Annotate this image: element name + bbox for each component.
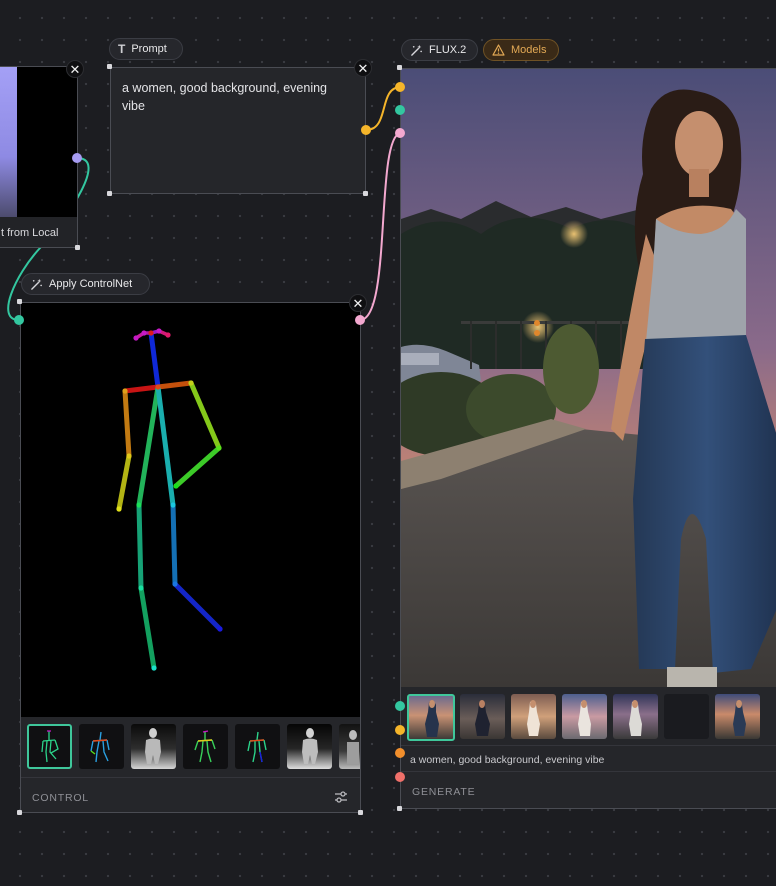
prompt-node-title: Prompt [131,43,167,55]
flux-image-input-port[interactable] [395,105,405,115]
output-thumbnail[interactable] [613,694,658,739]
wire-controlnet-to-flux [359,132,401,321]
generate-button[interactable]: GENERATE [412,786,475,798]
local-image-dark [17,67,77,217]
corner-handle[interactable] [75,245,80,250]
close-controlnet-node-button[interactable]: ✕ [349,294,367,312]
depth-thumb-graphic [302,728,318,764]
flux-control-input-port[interactable] [395,128,405,138]
control-footer-label: CONTROL [32,792,89,804]
thumb-figure [425,700,439,737]
canvas-marker-dot [534,320,540,326]
close-prompt-node-button[interactable]: ✕ [354,59,372,77]
thumb-figure [733,700,746,736]
controlnet-footer: CONTROL [21,777,360,812]
flux-output-port-text[interactable] [395,725,405,735]
magic-wand-icon [31,278,42,290]
load-from-local-button[interactable]: t from Local [0,219,79,247]
flux-footer: GENERATE [401,771,776,808]
controlnet-node-title: Apply ControlNet [49,278,133,290]
controlnet-node[interactable]: CONTROL [20,302,361,813]
magic-wand-icon [411,44,422,56]
flux-node-title: FLUX.2 [429,44,467,56]
control-thumbnail-strip [21,717,360,777]
controlnet-output-port[interactable] [355,315,365,325]
generated-image [401,69,776,687]
flux-output-port-prompt[interactable] [395,748,405,758]
load-from-local-label: t from Local [1,227,59,239]
sliders-icon[interactable] [334,790,348,804]
prompt-output-port[interactable] [361,125,371,135]
close-icon: ✕ [352,295,364,311]
thumb-figure [629,700,642,736]
models-label: Models [511,44,547,56]
flux-prompt-row: a women, good background, evening vibe [401,745,776,771]
prompt-text-area[interactable]: a women, good background, evening vibe [122,79,352,115]
output-thumbnail[interactable] [460,694,505,739]
generated-photo-graphic [401,69,776,687]
control-thumbnail[interactable] [27,724,72,769]
output-thumbnail[interactable] [511,694,556,739]
pose-thumb-graphic [90,731,110,763]
corner-handle[interactable] [397,65,402,70]
flux-node-label[interactable]: FLUX.2 [401,39,478,61]
control-thumbnail[interactable] [235,724,280,769]
pose-thumb-graphic [41,730,59,763]
corner-handle[interactable] [397,806,402,811]
depth-thumb-graphic [347,730,359,764]
control-thumbnail[interactable] [287,724,332,769]
thumb-figure [475,700,490,736]
control-thumbnail[interactable] [339,724,360,769]
flux-prompt-preview: a women, good background, evening vibe [410,754,605,766]
prompt-node-label[interactable]: T Prompt [109,38,183,60]
output-thumbnail-empty[interactable] [664,694,709,739]
controlnet-input-port[interactable] [14,315,24,325]
models-warning-button[interactable]: Models [483,39,559,61]
corner-handle[interactable] [17,299,22,304]
output-thumbnail[interactable] [715,694,760,739]
close-icon: ✕ [69,61,81,77]
corner-handle[interactable] [358,810,363,815]
thumb-figure [578,700,591,736]
load-from-local-node[interactable]: t from Local [0,66,78,248]
canvas-marker-dot [534,330,540,336]
close-icon: ✕ [357,60,369,76]
flux-output-port-generate[interactable] [395,772,405,782]
flux-node[interactable]: a women, good background, evening vibe G… [400,68,776,809]
corner-handle[interactable] [107,191,112,196]
depth-thumb-graphic [145,728,161,764]
pose-skeleton [116,328,223,671]
output-thumbnail[interactable] [562,694,607,739]
controlnet-node-label[interactable]: Apply ControlNet [21,273,150,295]
warning-triangle-icon [492,44,505,56]
output-thumbnail-strip [401,687,776,745]
pose-preview [21,303,360,717]
pose-thumb-graphic [194,730,216,763]
close-local-node-button[interactable]: ✕ [66,60,84,78]
prompt-node[interactable]: a women, good background, evening vibe [110,67,366,194]
corner-handle[interactable] [17,810,22,815]
control-thumbnail[interactable] [131,724,176,769]
flux-output-port-image[interactable] [395,701,405,711]
corner-handle[interactable] [107,64,112,69]
text-T-icon: T [118,42,126,56]
local-output-port[interactable] [72,153,82,163]
output-thumbnail[interactable] [407,694,455,741]
thumb-figure [527,700,540,736]
flux-prompt-input-port[interactable] [395,82,405,92]
control-thumbnail[interactable] [79,724,124,769]
control-thumbnail[interactable] [183,724,228,769]
local-image-preview [0,67,17,217]
pose-thumb-graphic [247,731,267,763]
corner-handle[interactable] [363,191,368,196]
